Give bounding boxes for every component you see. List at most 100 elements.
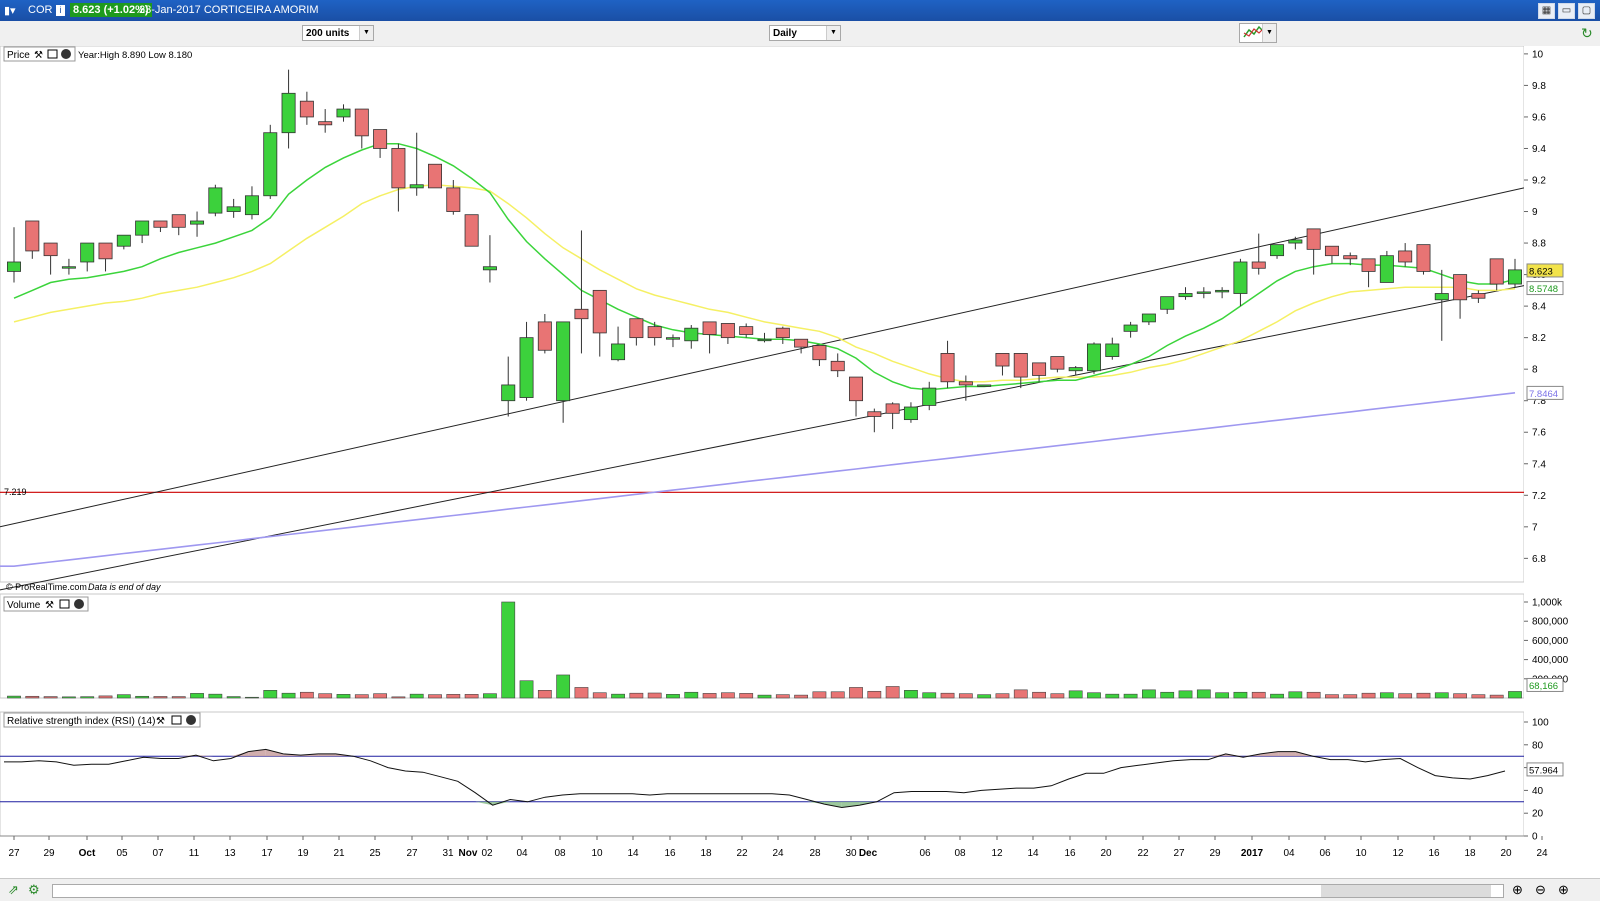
candle-body bbox=[830, 360, 845, 372]
volume-plot-bg bbox=[0, 593, 1525, 699]
candle-body bbox=[1453, 274, 1468, 301]
close-icon[interactable] bbox=[186, 715, 196, 725]
candle-body bbox=[812, 345, 827, 361]
x-tick-label: 24 bbox=[1536, 848, 1548, 859]
rsi-tick-label: 20 bbox=[1532, 809, 1544, 820]
volume-bar bbox=[1215, 692, 1230, 699]
x-tick-label: 24 bbox=[772, 848, 784, 859]
candle-body bbox=[336, 108, 351, 118]
scroll-thumb[interactable] bbox=[1321, 885, 1491, 897]
price-tick-label: 8.8 bbox=[1532, 239, 1546, 250]
rsi-tick-label: 0 bbox=[1532, 832, 1538, 843]
volume-bar bbox=[1288, 691, 1303, 699]
x-tick-label: 20 bbox=[1100, 848, 1112, 859]
candle-body bbox=[1178, 293, 1193, 298]
x-tick-label: 19 bbox=[297, 848, 309, 859]
wrench-icon[interactable]: ⚒ bbox=[156, 716, 165, 727]
candle-body bbox=[574, 308, 589, 320]
volume-bar bbox=[1489, 694, 1504, 699]
zoom-in-icon[interactable]: ⊕ bbox=[1558, 882, 1569, 898]
volume-bar bbox=[98, 695, 113, 699]
price-tick-label: 9 bbox=[1532, 207, 1538, 218]
volume-bar bbox=[1434, 692, 1449, 699]
close-icon[interactable] bbox=[74, 599, 84, 609]
zoom-out-icon[interactable]: ⊖ bbox=[1535, 882, 1546, 898]
auto-scale-icon[interactable]: ⊕ bbox=[1512, 882, 1523, 898]
candle-body bbox=[757, 338, 772, 342]
candle-body bbox=[1068, 367, 1083, 372]
price-panel bbox=[0, 46, 1525, 591]
x-tick-label: 04 bbox=[1283, 848, 1295, 859]
volume-bar bbox=[1361, 692, 1376, 699]
volume-bar bbox=[940, 692, 955, 699]
refresh-icon[interactable]: ↻ bbox=[1581, 25, 1593, 42]
title-bar: ▮▾ COR i 8.623 (+1.02%) 23-Jan-2017 CORT… bbox=[0, 0, 1600, 21]
volume-bar bbox=[611, 693, 625, 699]
symbol-label[interactable]: COR bbox=[28, 4, 52, 16]
x-tick-label: 02 bbox=[481, 848, 493, 859]
candle-body bbox=[903, 406, 918, 421]
candle-body bbox=[958, 381, 973, 386]
candle-body bbox=[1306, 228, 1321, 250]
settings-icon[interactable]: ⚙ bbox=[28, 882, 40, 898]
chevron-down-icon: ▼ bbox=[826, 26, 840, 40]
candle-body bbox=[1233, 261, 1248, 294]
volume-bar bbox=[62, 696, 76, 699]
volume-bar bbox=[409, 693, 424, 699]
close-icon[interactable] bbox=[61, 49, 71, 59]
x-tick-label: 25 bbox=[369, 848, 381, 859]
chart-area[interactable]: 109.89.69.49.298.88.68.48.287.87.67.47.2… bbox=[0, 46, 1600, 902]
units-select[interactable]: 200 units ▼ bbox=[302, 25, 374, 41]
period-select[interactable]: Daily ▼ bbox=[769, 25, 841, 41]
minimize-icon[interactable]: ▭ bbox=[1558, 3, 1575, 19]
candle-body bbox=[391, 148, 406, 189]
export-icon[interactable]: ⇗ bbox=[8, 882, 19, 898]
volume-bar bbox=[1160, 691, 1175, 699]
candle-body bbox=[629, 318, 644, 339]
rsi-panel-label: Relative strength index (RSI) (14) bbox=[7, 716, 155, 727]
x-tick-label: 22 bbox=[736, 848, 748, 859]
volume-bar bbox=[629, 692, 644, 699]
volume-bar bbox=[556, 674, 571, 699]
volume-bar bbox=[995, 693, 1010, 699]
volume-bar bbox=[757, 694, 772, 699]
info-icon[interactable]: i bbox=[56, 5, 65, 16]
candle-body bbox=[116, 234, 131, 247]
x-tick-label: 06 bbox=[1319, 848, 1331, 859]
wrench-icon[interactable]: ⚒ bbox=[45, 600, 54, 611]
candle-body bbox=[592, 289, 607, 334]
x-tick-label: 10 bbox=[1355, 848, 1367, 859]
price-tick-label: 9.4 bbox=[1532, 144, 1546, 155]
x-tick-label: 30 bbox=[845, 848, 857, 859]
volume-bar bbox=[190, 693, 204, 699]
candle bbox=[1379, 250, 1394, 283]
volume-bar bbox=[1233, 691, 1248, 699]
volume-bar bbox=[739, 693, 754, 699]
volume-bar bbox=[904, 690, 918, 699]
volume-bar bbox=[1379, 692, 1394, 699]
candle-body bbox=[885, 403, 900, 414]
window-menu-icon[interactable]: ▮▾ bbox=[4, 4, 16, 17]
volume-bar bbox=[1196, 689, 1211, 699]
candle-body bbox=[43, 242, 58, 257]
rsi-current-tag: 57.964 bbox=[1529, 765, 1558, 776]
x-tick-label: 18 bbox=[1464, 848, 1476, 859]
year-info: Year:High 8.890 Low 8.180 bbox=[78, 50, 192, 61]
horizontal-scrollbar[interactable] bbox=[52, 884, 1504, 898]
candle bbox=[464, 214, 479, 247]
maximize-icon[interactable]: ▢ bbox=[1578, 3, 1595, 19]
wrench-icon[interactable]: ⚒ bbox=[34, 50, 43, 61]
price-tick-label: 7.4 bbox=[1532, 459, 1546, 470]
volume-bar bbox=[849, 687, 863, 699]
volume-bar bbox=[1343, 694, 1358, 699]
x-tick-label: 14 bbox=[1027, 848, 1039, 859]
volume-bar bbox=[1416, 692, 1431, 699]
candle-body bbox=[373, 129, 388, 149]
price-tick-label: 8.2 bbox=[1532, 333, 1546, 344]
candle-body bbox=[409, 184, 424, 189]
credit-text: © ProRealTime.com bbox=[6, 582, 87, 592]
chart-type-button[interactable]: ▼ bbox=[1239, 23, 1277, 43]
price-plot-bg bbox=[0, 46, 1525, 583]
x-tick-label: 27 bbox=[406, 848, 418, 859]
window-grid-icon[interactable]: ▦ bbox=[1538, 3, 1555, 19]
